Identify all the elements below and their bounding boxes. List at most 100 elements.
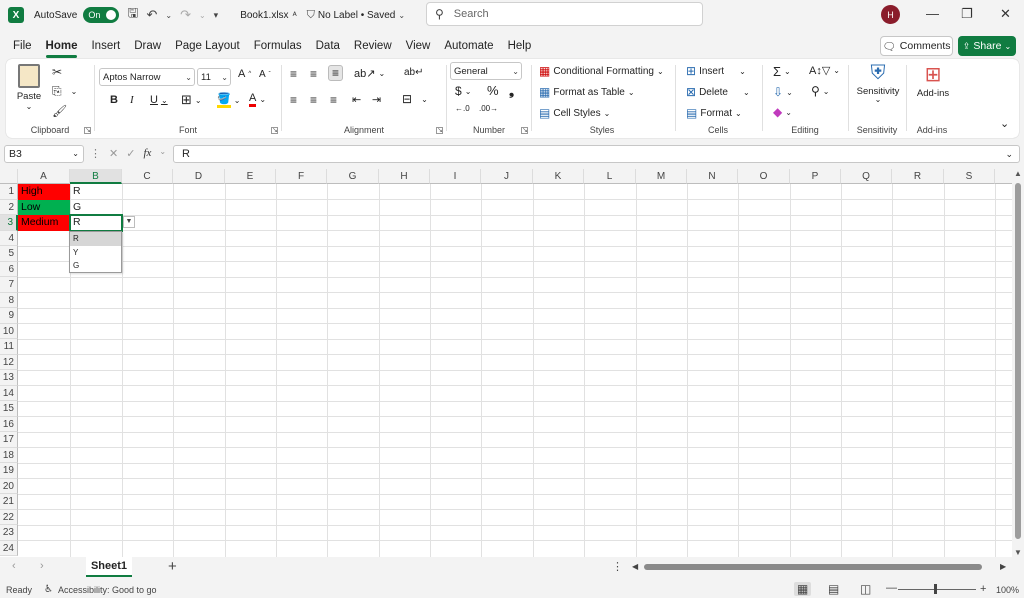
zoom-in-icon[interactable]: + xyxy=(980,583,986,595)
dialog-launcher-icon[interactable]: ↘ xyxy=(436,127,443,134)
more-options-icon[interactable]: ⋮ xyxy=(612,560,623,573)
sort-filter-icon[interactable]: A↕▽ ⌄ xyxy=(809,64,840,77)
zoom-slider-thumb[interactable] xyxy=(934,584,937,594)
undo-icon[interactable]: ↶ xyxy=(146,7,157,23)
cell-a1[interactable]: High xyxy=(18,184,70,200)
row-header-14[interactable]: 14 xyxy=(0,385,18,401)
row-header-18[interactable]: 18 xyxy=(0,447,18,463)
save-icon[interactable]: 🖫 xyxy=(127,4,138,26)
accessibility-icon[interactable]: ♿ xyxy=(44,584,53,595)
fill-icon[interactable]: ⇩ ⌄ xyxy=(773,85,793,99)
customize-toolbar-icon[interactable]: ▾ xyxy=(214,10,219,21)
copy-icon[interactable]: ⎘ ⌄ xyxy=(52,84,77,99)
column-header-k[interactable]: K xyxy=(533,169,584,184)
vertical-scroll-thumb[interactable] xyxy=(1015,183,1021,539)
minimize-icon[interactable]: — xyxy=(926,6,939,21)
autosave-toggle[interactable]: On xyxy=(83,7,120,23)
format-cells-button[interactable]: ▤ Format ⌄ xyxy=(686,106,742,120)
format-painter-icon[interactable]: 🖌 xyxy=(52,104,67,118)
find-select-icon[interactable]: ⚲ ⌄ xyxy=(811,84,830,98)
cell-a2[interactable]: Low xyxy=(18,199,70,215)
undo-dropdown-icon[interactable]: ⌄ xyxy=(165,11,172,20)
row-header-23[interactable]: 23 xyxy=(0,525,18,541)
select-all-corner[interactable] xyxy=(0,169,18,184)
horizontal-scroll-thumb[interactable] xyxy=(644,564,982,570)
merge-center-icon[interactable]: ⊟ ⌄ xyxy=(402,92,428,106)
sheet-tab-sheet1[interactable]: Sheet1 xyxy=(86,557,132,577)
chevron-down-icon[interactable]: ⌄ xyxy=(159,147,166,160)
more-icon[interactable]: ⋮ xyxy=(90,147,101,160)
align-right-icon[interactable]: ≡ xyxy=(330,93,337,107)
row-header-22[interactable]: 22 xyxy=(0,509,18,525)
row-header-20[interactable]: 20 xyxy=(0,478,18,494)
row-header-15[interactable]: 15 xyxy=(0,401,18,417)
column-header-i[interactable]: I xyxy=(430,169,481,184)
close-icon[interactable]: ✕ xyxy=(1000,6,1011,22)
dialog-launcher-icon[interactable]: ↘ xyxy=(271,127,278,134)
column-header-s[interactable]: S xyxy=(944,169,995,184)
insert-cells-button[interactable]: ⊞ Insert ⌄ xyxy=(686,64,746,78)
cell-b2[interactable]: G xyxy=(70,200,122,216)
decrease-font-icon[interactable]: Aˇ xyxy=(259,69,271,80)
column-header-n[interactable]: N xyxy=(687,169,738,184)
avatar[interactable]: H xyxy=(881,5,900,24)
sensitivity-button[interactable]: ⛨ Sensitivity ⌄ xyxy=(855,62,901,104)
worksheet-grid[interactable]: A B C D E F G H I J K L M N O P Q R S 1 … xyxy=(0,169,1012,557)
row-header-17[interactable]: 17 xyxy=(0,432,18,448)
font-size-dropdown[interactable]: 11 ⌄ xyxy=(197,68,231,86)
collapse-ribbon-icon[interactable]: ⌄ xyxy=(1000,117,1009,130)
wrap-text-icon[interactable]: ab↵ xyxy=(404,67,424,78)
font-name-dropdown[interactable]: Aptos Narrow ⌄ xyxy=(99,68,195,86)
column-header-f[interactable]: F xyxy=(276,169,327,184)
sensitivity-status[interactable]: No Label • Saved xyxy=(318,10,395,21)
chevron-down-icon[interactable]: ⌄ xyxy=(398,11,405,20)
align-middle-icon[interactable]: ≡ xyxy=(310,67,317,81)
rename-icon[interactable]: ᴬ xyxy=(293,10,297,20)
column-header-o[interactable]: O xyxy=(738,169,790,184)
scroll-down-icon[interactable]: ▼ xyxy=(1014,548,1022,557)
column-header-c[interactable]: C xyxy=(122,169,173,184)
accessibility-status[interactable]: Accessibility: Good to go xyxy=(58,585,157,595)
row-header-8[interactable]: 8 xyxy=(0,292,18,308)
column-header-b[interactable]: B xyxy=(70,169,122,184)
cell-a3[interactable]: Medium xyxy=(18,215,70,231)
tab-home[interactable]: Home xyxy=(39,34,85,58)
addins-button[interactable]: ⊞ Add-ins xyxy=(913,62,953,99)
cut-icon[interactable]: ✂ xyxy=(52,65,62,79)
insert-function-icon[interactable]: fx xyxy=(143,147,151,160)
restore-icon[interactable]: ❐ xyxy=(961,6,973,22)
orientation-icon[interactable]: ab↗ ⌄ xyxy=(354,67,385,80)
increase-font-icon[interactable]: A ^ xyxy=(238,68,251,80)
comments-button[interactable]: 🗨 Comments xyxy=(880,36,953,56)
conditional-formatting-button[interactable]: ▦ Conditional Formatting ⌄ xyxy=(539,64,664,78)
format-as-table-button[interactable]: ▦ Format as Table ⌄ xyxy=(539,85,635,99)
search-input[interactable]: ⚲ Search xyxy=(426,2,703,26)
normal-view-icon[interactable]: ▦ xyxy=(794,582,812,596)
currency-icon[interactable]: $ ⌄ xyxy=(455,84,471,98)
row-header-7[interactable]: 7 xyxy=(0,277,18,293)
decrease-indent-icon[interactable]: ⇤ xyxy=(352,93,361,106)
page-break-view-icon[interactable]: ◫ xyxy=(860,582,871,596)
tab-automate[interactable]: Automate xyxy=(437,34,500,58)
tab-view[interactable]: View xyxy=(399,34,438,58)
comma-icon[interactable]: ❟ xyxy=(509,83,514,99)
percent-icon[interactable]: % xyxy=(487,83,499,98)
row-header-1[interactable]: 1 xyxy=(0,184,18,200)
previous-sheet-icon[interactable]: ‹ xyxy=(12,560,16,572)
zoom-slider[interactable] xyxy=(898,589,976,590)
bold-icon[interactable]: B xyxy=(110,94,118,106)
tab-file[interactable]: File xyxy=(6,34,39,58)
align-top-icon[interactable]: ≡ xyxy=(290,67,297,81)
column-header-p[interactable]: P xyxy=(790,169,841,184)
fill-color-icon[interactable]: 🪣 ⌄ xyxy=(217,92,240,108)
add-sheet-icon[interactable]: + xyxy=(168,558,177,575)
increase-decimal-icon[interactable]: ←.0 xyxy=(455,104,470,113)
column-header-e[interactable]: E xyxy=(225,169,276,184)
align-left-icon[interactable]: ≡ xyxy=(290,93,297,107)
font-color-icon[interactable]: A ⌄ xyxy=(249,92,266,107)
zoom-level[interactable]: 100% xyxy=(996,585,1019,595)
file-name[interactable]: Book1.xlsx xyxy=(240,10,288,21)
page-layout-view-icon[interactable]: ▤ xyxy=(828,582,839,596)
expand-formula-bar-icon[interactable]: ⌄ xyxy=(1005,146,1013,162)
column-header-q[interactable]: Q xyxy=(841,169,892,184)
